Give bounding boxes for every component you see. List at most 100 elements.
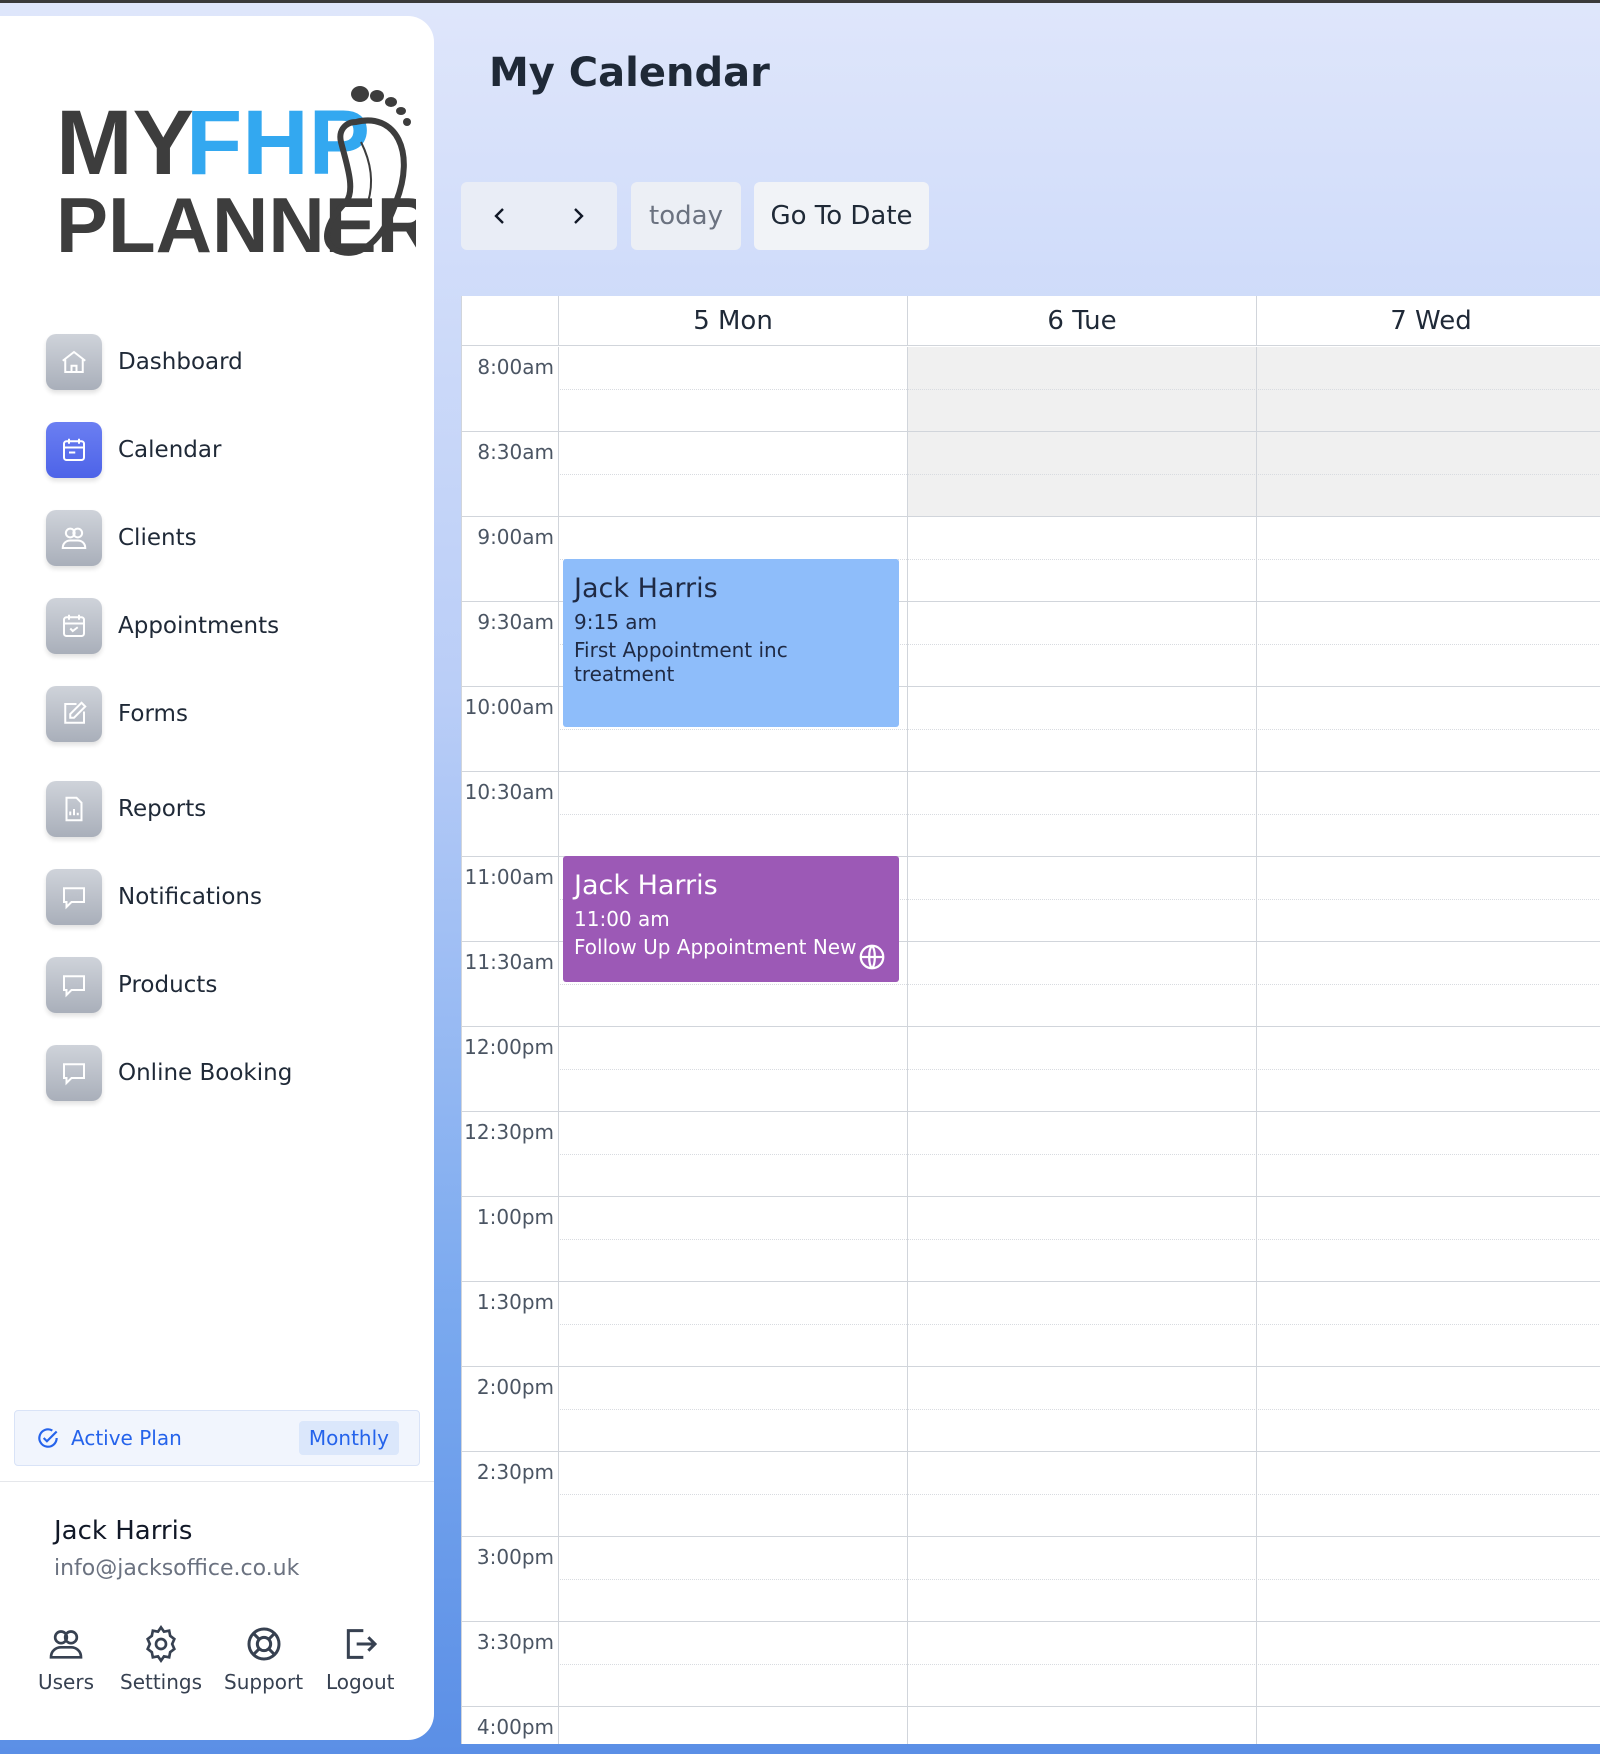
prev-button[interactable] [461,182,539,250]
sidebar-item-label: Dashboard [118,349,243,375]
calendar-check-icon [46,598,102,654]
sidebar-item-calendar[interactable]: Calendar [46,422,221,478]
event-title: Jack Harris [574,870,718,901]
sidebar-item-label: Clients [118,525,197,551]
time-slot[interactable]: 8:30am [462,432,1600,517]
active-plan-label: Active Plan [71,1426,182,1450]
message-icon [46,1045,102,1101]
day-header-mon[interactable]: 5 Mon [558,296,907,346]
sidebar-item-label: Products [118,972,218,998]
logout-button[interactable]: Logout [326,1624,394,1694]
sidebar-item-clients[interactable]: Clients [46,510,197,566]
date-navigation [461,182,617,250]
myfhp-planner-logo[interactable]: MY FHP PLANNER [56,82,416,262]
today-button[interactable]: today [631,182,741,250]
go-to-date-button[interactable]: Go To Date [754,182,929,250]
sidebar-item-notifications[interactable]: Notifications [46,869,262,925]
event-description: Follow Up Appointment New [574,935,857,959]
event-time: 11:00 am [574,907,670,931]
time-label: 10:30am [464,780,554,804]
divider [0,1481,434,1482]
sidebar-item-label: Forms [118,701,188,727]
time-label: 2:00pm [476,1375,554,1399]
time-slot[interactable]: 1:00pm [462,1197,1600,1282]
message-icon [46,869,102,925]
sidebar-item-label: Calendar [118,437,222,463]
chevron-left-icon [494,208,504,224]
sidebar-item-reports[interactable]: Reports [46,781,206,837]
edit-icon [46,686,102,742]
next-button[interactable] [539,182,617,250]
time-label: 8:00am [477,355,554,379]
time-label: 3:30pm [476,1630,554,1654]
time-label: 8:30am [477,440,554,464]
column-divider [558,347,559,1744]
time-label: 2:30pm [476,1460,554,1484]
chevron-right-icon [574,208,584,224]
logout-icon [347,1629,378,1659]
user-name: Jack Harris [54,1516,193,1546]
time-label: 1:30pm [476,1290,554,1314]
time-label: 12:30pm [464,1120,554,1144]
active-plan-banner[interactable]: Active Plan Monthly [14,1410,420,1466]
sidebar-item-dashboard[interactable]: Dashboard [46,334,243,390]
message-icon [46,957,102,1013]
time-label: 11:30am [464,950,554,974]
gear-icon [146,1624,176,1664]
logout-label: Logout [326,1670,395,1694]
home-icon [46,334,102,390]
event-title: Jack Harris [574,573,718,604]
time-label: 11:00am [464,865,554,889]
support-label: Support [224,1670,304,1694]
plan-badge: Monthly [298,1421,399,1455]
window-top-border [0,0,1600,3]
time-slot[interactable]: 2:30pm [462,1452,1600,1537]
sidebar-item-forms[interactable]: Forms [46,686,188,742]
event-time: 9:15 am [574,610,658,634]
day-header-wed[interactable]: 7 Wed [1256,296,1600,346]
svg-text:MY: MY [56,92,194,194]
sidebar: MY FHP PLANNER Dashboard Calendar Client… [0,16,434,1740]
sidebar-item-appointments[interactable]: Appointments [46,598,279,654]
support-button[interactable]: Support [224,1624,303,1694]
users-label: Users [38,1670,95,1694]
sidebar-item-label: Reports [118,796,207,822]
settings-button[interactable]: Settings [120,1624,202,1694]
time-slot[interactable]: 8:00am [462,347,1600,432]
sidebar-item-online-booking[interactable]: Online Booking [46,1045,292,1101]
time-label: 12:00pm [464,1035,554,1059]
time-label: 4:00pm [476,1715,554,1739]
time-label: 3:00pm [476,1545,554,1569]
sidebar-item-products[interactable]: Products [46,957,217,1013]
calendar-event[interactable]: Jack Harris 11:00 am Follow Up Appointme… [563,856,899,982]
time-slot[interactable]: 1:30pm [462,1282,1600,1367]
sidebar-item-label: Online Booking [118,1060,293,1086]
calendar-header: 5 Mon 6 Tue 7 Wed [462,296,1600,346]
time-label: 9:00am [477,525,554,549]
lifebuoy-icon [247,1627,281,1661]
time-slot[interactable]: 10:30am [462,772,1600,857]
check-circle-icon [38,1428,58,1448]
time-slot[interactable]: 4:00pm [462,1707,1600,1744]
calendar-event[interactable]: Jack Harris 9:15 am First Appointment in… [563,559,899,727]
time-slot[interactable]: 3:00pm [462,1537,1600,1622]
users-button[interactable]: Users [38,1624,94,1694]
time-slot[interactable]: 2:00pm [462,1367,1600,1452]
column-divider [907,347,908,1744]
time-label: 9:30am [477,610,554,634]
time-label: 1:00pm [476,1205,554,1229]
user-email: info@jacksoffice.co.uk [54,1556,300,1581]
calendar-icon [46,422,102,478]
time-slot[interactable]: 12:30pm [462,1112,1600,1197]
calendar-week-view: 5 Mon 6 Tue 7 Wed 8:00am 8:30am 9:00am 9… [461,296,1600,1744]
report-icon [46,781,102,837]
users-icon [49,1630,83,1659]
column-divider [1256,347,1257,1744]
sidebar-item-label: Notifications [118,884,262,910]
time-label: 10:00am [464,695,554,719]
time-slot[interactable]: 3:30pm [462,1622,1600,1707]
time-slot[interactable]: 12:00pm [462,1027,1600,1112]
page-title: My Calendar [489,50,770,96]
users-icon [46,510,102,566]
day-header-tue[interactable]: 6 Tue [907,296,1256,346]
